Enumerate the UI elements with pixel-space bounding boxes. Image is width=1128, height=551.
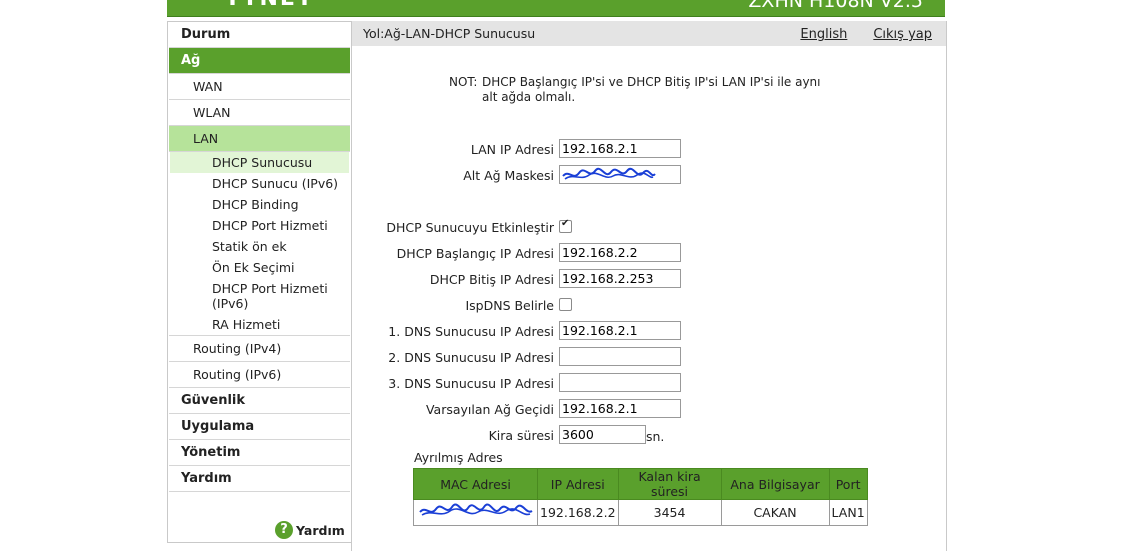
dns2-label: 2. DNS Sunucusu IP Adresi xyxy=(388,350,554,365)
lan-ip-row: LAN IP Adresi xyxy=(352,139,946,159)
dns3-input[interactable] xyxy=(559,373,681,392)
reserved-table: MAC Adresi IP Adresi Kalan kira süresi A… xyxy=(413,468,868,526)
brand-logo: TTNET xyxy=(225,0,314,11)
dns1-row: 1. DNS Sunucusu IP Adresi xyxy=(352,321,946,341)
dns3-label: 3. DNS Sunucusu IP Adresi xyxy=(388,376,554,391)
sidebar-item-uygulama[interactable]: Uygulama xyxy=(169,414,350,440)
sidebar-item-dhcp-port-hizmeti-ipv6[interactable]: DHCP Port Hizmeti (IPv6) xyxy=(170,278,332,314)
sidebar-item-statik-on-ek[interactable]: Statik ön ek xyxy=(170,236,349,257)
note-text: DHCP Başlangıç IP'si ve DHCP Bitiş IP'si… xyxy=(482,75,821,104)
breadcrumb-bar: Yol:Ağ-LAN-DHCP Sunucusu English Cıkış y… xyxy=(352,21,946,46)
col-port: Port xyxy=(828,468,868,500)
question-circle-icon: ? xyxy=(275,521,293,539)
dns2-input[interactable] xyxy=(559,347,681,366)
dns1-label: 1. DNS Sunucusu IP Adresi xyxy=(388,324,554,339)
sidebar-item-ag[interactable]: Ağ xyxy=(169,48,350,74)
isp-dns-row: IspDNS Belirle xyxy=(352,295,946,315)
model-name: ZXHN H108N V2.5 xyxy=(748,0,923,12)
english-link[interactable]: English xyxy=(800,27,847,42)
sidebar-item-dhcp-sunucu-ipv6[interactable]: DHCP Sunucu (IPv6) xyxy=(170,173,349,194)
sidebar-item-ra-hizmeti[interactable]: RA Hizmeti xyxy=(170,314,349,335)
dhcp-end-row: DHCP Bitiş IP Adresi xyxy=(352,269,946,289)
subnet-label: Alt Ağ Maskesi xyxy=(463,168,554,183)
dhcp-enable-row: DHCP Sunucuyu Etkinleştir xyxy=(352,217,946,237)
help-link[interactable]: ? Yardım xyxy=(275,521,345,539)
dhcp-start-input[interactable] xyxy=(559,243,681,262)
sidebar-item-lan[interactable]: LAN xyxy=(169,126,350,152)
lease-unit: sn. xyxy=(646,429,665,444)
col-mac: MAC Adresi xyxy=(413,468,538,500)
sidebar-item-routing-ipv6[interactable]: Routing (IPv6) xyxy=(169,362,350,388)
sidebar-item-dhcp-sunucusu[interactable]: DHCP Sunucusu xyxy=(170,152,349,173)
sidebar: Durum Ağ WAN WLAN LAN DHCP Sunucusu DHCP… xyxy=(167,21,352,543)
dns1-input[interactable] xyxy=(559,321,681,340)
cell-ip: 192.168.2.2 xyxy=(537,499,619,526)
page-frame: Durum Ağ WAN WLAN LAN DHCP Sunucusu DHCP… xyxy=(167,21,947,551)
sidebar-item-on-ek-secimi[interactable]: Ön Ek Seçimi xyxy=(170,257,349,278)
cell-port: LAN1 xyxy=(828,499,868,526)
dns2-row: 2. DNS Sunucusu IP Adresi xyxy=(352,347,946,367)
sidebar-item-dhcp-binding[interactable]: DHCP Binding xyxy=(170,194,349,215)
lease-label: Kira süresi xyxy=(488,428,554,443)
sidebar-item-guvenlik[interactable]: Güvenlik xyxy=(169,388,350,414)
help-label: Yardım xyxy=(296,522,345,538)
isp-dns-label: IspDNS Belirle xyxy=(465,298,554,313)
table-row: 192.168.2.2 3454 CAKAN LAN1 xyxy=(413,499,868,526)
top-links: English Cıkış yap xyxy=(778,21,932,47)
gateway-input[interactable] xyxy=(559,399,681,418)
sidebar-item-dhcp-port-hizmeti[interactable]: DHCP Port Hizmeti xyxy=(170,215,349,236)
main-content: Yol:Ağ-LAN-DHCP Sunucusu English Cıkış y… xyxy=(351,21,947,551)
sidebar-item-yonetim[interactable]: Yönetim xyxy=(169,440,350,466)
dns3-row: 3. DNS Sunucusu IP Adresi xyxy=(352,373,946,393)
lan-submenu: DHCP Sunucusu DHCP Sunucu (IPv6) DHCP Bi… xyxy=(169,152,350,336)
lease-input[interactable] xyxy=(559,425,646,444)
lease-row: Kira süresi sn. xyxy=(352,425,946,445)
sidebar-item-wlan[interactable]: WLAN xyxy=(169,100,350,126)
sidebar-item-routing-ipv4[interactable]: Routing (IPv4) xyxy=(169,336,350,362)
note-label: NOT: xyxy=(449,75,478,89)
lan-ip-label: LAN IP Adresi xyxy=(470,142,554,157)
col-host: Ana Bilgisayar xyxy=(720,468,830,500)
top-banner: TTNET ZXHN H108N V2.5 xyxy=(167,0,945,17)
lan-ip-input[interactable] xyxy=(559,139,681,158)
col-ip: IP Adresi xyxy=(537,468,619,500)
dhcp-start-row: DHCP Başlangıç IP Adresi xyxy=(352,243,946,263)
sidebar-item-wan[interactable]: WAN xyxy=(169,74,350,100)
col-remaining: Kalan kira süresi xyxy=(617,468,722,500)
cell-mac-redacted xyxy=(413,499,538,526)
sidebar-item-yardim[interactable]: Yardım xyxy=(169,466,350,492)
isp-dns-checkbox[interactable] xyxy=(559,298,572,311)
gateway-row: Varsayılan Ağ Geçidi xyxy=(352,399,946,419)
reserved-title: Ayrılmış Adres xyxy=(414,450,503,465)
note: NOT: DHCP Başlangıç IP'si ve DHCP Bitiş I… xyxy=(449,75,849,105)
breadcrumb: Yol:Ağ-LAN-DHCP Sunucusu xyxy=(363,26,536,41)
cell-remaining: 3454 xyxy=(617,499,722,526)
sidebar-item-durum[interactable]: Durum xyxy=(169,22,350,48)
dhcp-enable-checkbox[interactable] xyxy=(559,218,572,233)
redaction-scribble xyxy=(562,167,656,180)
logout-link[interactable]: Cıkış yap xyxy=(873,27,932,42)
dhcp-end-label: DHCP Bitiş IP Adresi xyxy=(429,272,554,287)
dhcp-enable-label: DHCP Sunucuyu Etkinleştir xyxy=(386,220,554,235)
cell-host: CAKAN xyxy=(720,499,830,526)
redaction-scribble xyxy=(418,503,533,516)
gateway-label: Varsayılan Ağ Geçidi xyxy=(425,402,554,417)
subnet-row: Alt Ağ Maskesi xyxy=(352,165,946,185)
table-header-row: MAC Adresi IP Adresi Kalan kira süresi A… xyxy=(413,468,868,500)
dhcp-end-input[interactable] xyxy=(559,269,681,288)
dhcp-start-label: DHCP Başlangıç IP Adresi xyxy=(396,246,554,261)
